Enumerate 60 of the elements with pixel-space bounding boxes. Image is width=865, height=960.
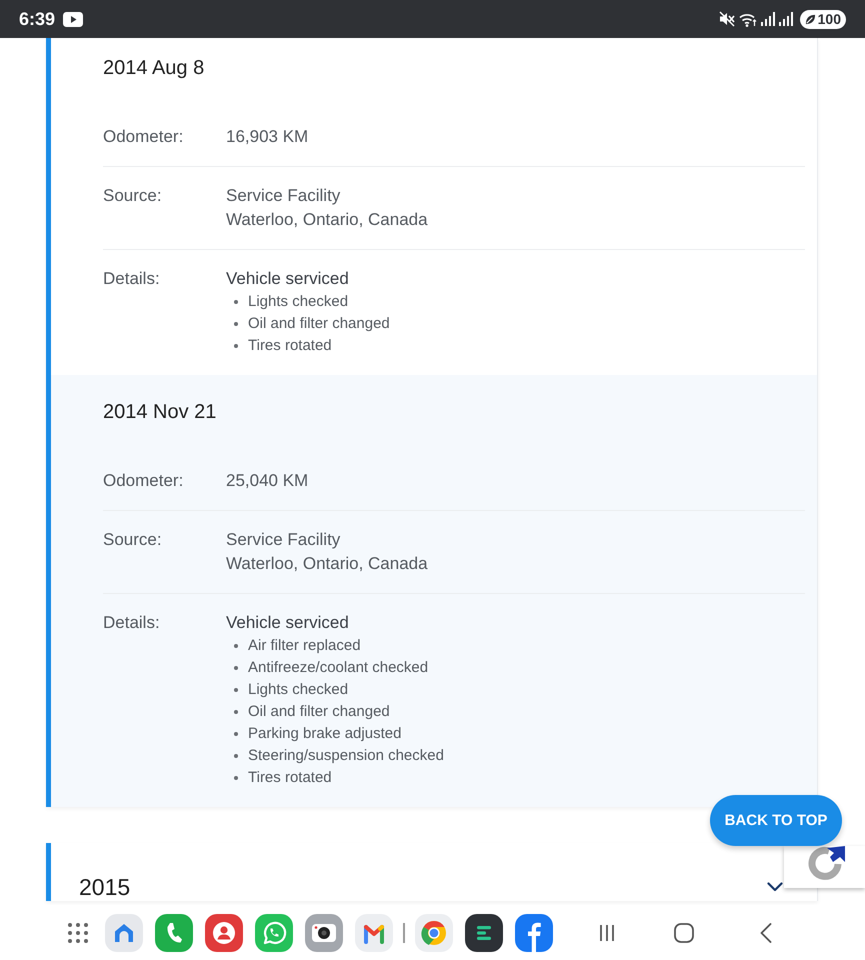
leaf-icon bbox=[804, 14, 816, 24]
bullet-icon bbox=[234, 322, 238, 326]
home-icon[interactable] bbox=[674, 922, 694, 942]
bullet-icon bbox=[234, 344, 238, 348]
details-item: Tires rotated bbox=[248, 336, 332, 356]
record-date: 2014 Aug 8 bbox=[103, 56, 204, 81]
camera-app-icon[interactable] bbox=[305, 914, 343, 952]
details-item: Air filter replaced bbox=[248, 636, 361, 656]
details-item: Tires rotated bbox=[248, 768, 332, 788]
field-value: 25,040 KM bbox=[226, 470, 308, 492]
back-to-top-button[interactable]: BACK TO TOP bbox=[710, 795, 842, 846]
field-label: Source: bbox=[103, 529, 163, 551]
details-item: Lights checked bbox=[248, 292, 348, 312]
details-item: Oil and filter changed bbox=[248, 314, 390, 334]
field-label: Odometer: bbox=[103, 126, 184, 148]
field-label: Odometer: bbox=[103, 470, 184, 492]
details-item: Oil and filter changed bbox=[248, 702, 390, 722]
record-date: 2014 Nov 21 bbox=[103, 400, 216, 425]
year-heading: 2015 bbox=[79, 873, 130, 901]
letter-f-app-icon[interactable] bbox=[515, 914, 553, 952]
field-label: Details: bbox=[103, 612, 161, 634]
mail-app-icon[interactable] bbox=[355, 914, 393, 952]
bullet-icon bbox=[234, 732, 238, 736]
app-grid-icon[interactable] bbox=[68, 922, 88, 942]
bullet-icon bbox=[234, 776, 238, 780]
battery-level-text: 100 bbox=[818, 11, 841, 27]
wifi-icon bbox=[738, 12, 757, 26]
clock-time: 6:39 bbox=[19, 8, 56, 30]
signal-icon bbox=[760, 12, 775, 26]
field-value: Service Facility bbox=[226, 185, 340, 207]
bullet-icon bbox=[234, 754, 238, 758]
floating-badge[interactable] bbox=[784, 846, 865, 888]
signal-icon bbox=[778, 12, 793, 26]
details-heading: Vehicle serviced bbox=[226, 612, 349, 634]
field-label: Source: bbox=[103, 185, 163, 207]
recent-apps-icon[interactable] bbox=[599, 924, 615, 942]
details-item: Parking brake adjusted bbox=[248, 724, 402, 744]
back-icon[interactable] bbox=[760, 922, 772, 942]
details-item: Steering/suspension checked bbox=[248, 746, 444, 766]
details-item: Antifreeze/coolant checked bbox=[248, 658, 428, 678]
mute-icon bbox=[718, 11, 735, 27]
field-value: 16,903 KM bbox=[226, 126, 308, 148]
ring-app-icon[interactable] bbox=[415, 914, 453, 952]
bullet-icon bbox=[234, 688, 238, 692]
bullet-icon bbox=[234, 300, 238, 304]
bars-app-icon[interactable] bbox=[465, 914, 503, 952]
bullet-icon bbox=[234, 666, 238, 670]
chevron-down-icon[interactable] bbox=[767, 882, 783, 892]
play-icon bbox=[63, 12, 84, 26]
field-value: Waterloo, Ontario, Canada bbox=[226, 553, 428, 575]
field-value: Service Facility bbox=[226, 529, 340, 551]
bullet-icon bbox=[234, 644, 238, 648]
field-label: Details: bbox=[103, 268, 161, 290]
person-app-icon[interactable] bbox=[205, 914, 243, 952]
house-app-icon[interactable] bbox=[105, 914, 143, 952]
phone-app-icon[interactable] bbox=[155, 914, 193, 952]
field-value: Waterloo, Ontario, Canada bbox=[226, 209, 428, 231]
details-item: Lights checked bbox=[248, 680, 348, 700]
details-heading: Vehicle serviced bbox=[226, 268, 349, 290]
bullet-icon bbox=[234, 710, 238, 714]
